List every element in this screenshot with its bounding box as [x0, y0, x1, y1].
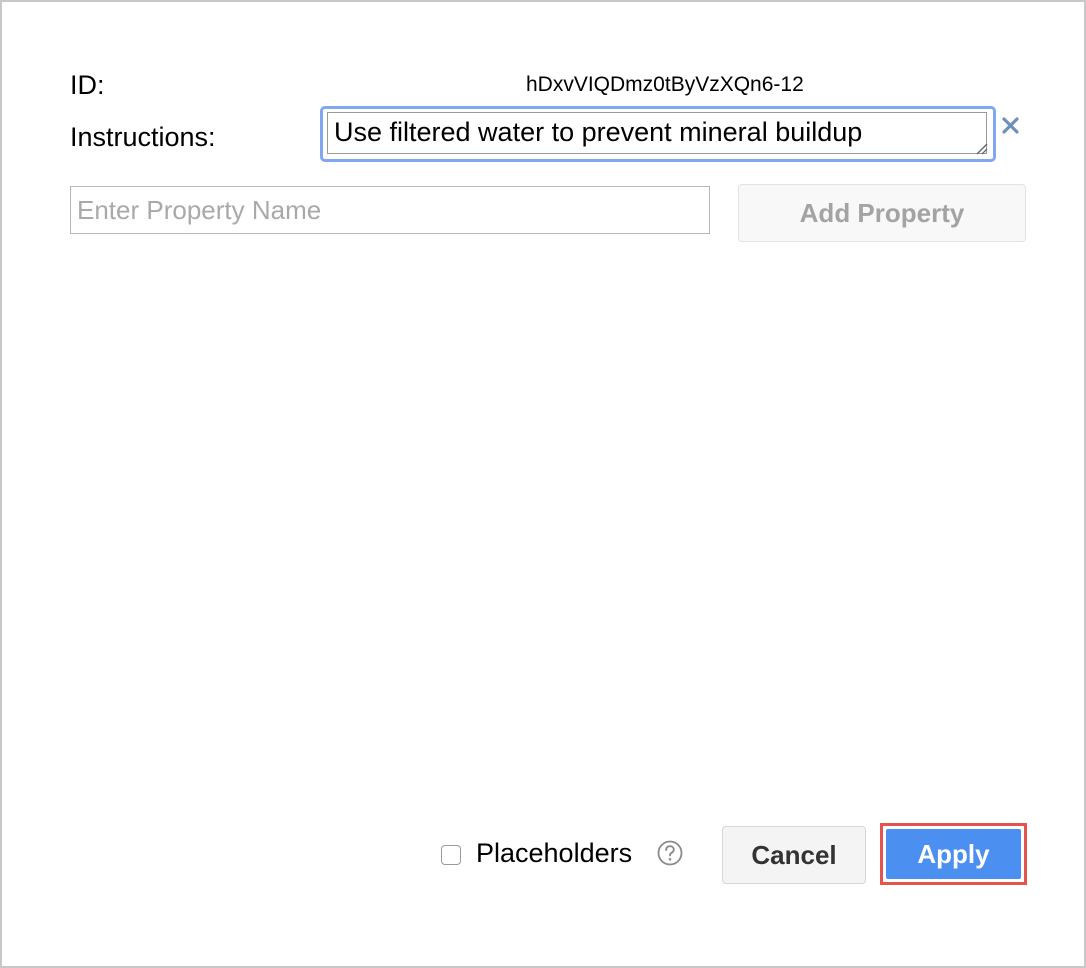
help-icon[interactable]	[656, 839, 684, 867]
id-value: hDxvVIQDmz0tByVzXQn6-12	[526, 73, 804, 96]
close-icon[interactable]	[999, 114, 1023, 138]
property-name-input[interactable]: Enter Property Name	[70, 186, 710, 234]
placeholders-checkbox[interactable]	[441, 845, 461, 865]
instructions-label: Instructions:	[70, 122, 216, 152]
add-property-button[interactable]: Add Property	[738, 184, 1026, 242]
edit-data-dialog: ID: hDxvVIQDmz0tByVzXQn6-12 Instructions…	[0, 0, 1086, 968]
property-name-placeholder: Enter Property Name	[77, 195, 322, 225]
placeholders-label: Placeholders	[476, 838, 633, 868]
cancel-button[interactable]: Cancel	[722, 826, 866, 884]
id-label: ID:	[70, 70, 105, 100]
instructions-textarea[interactable]: Use filtered water to prevent mineral bu…	[327, 112, 987, 154]
resize-grip-icon[interactable]	[974, 141, 988, 155]
instructions-field-focus-ring: Use filtered water to prevent mineral bu…	[320, 106, 996, 162]
apply-button[interactable]: Apply	[886, 829, 1021, 879]
